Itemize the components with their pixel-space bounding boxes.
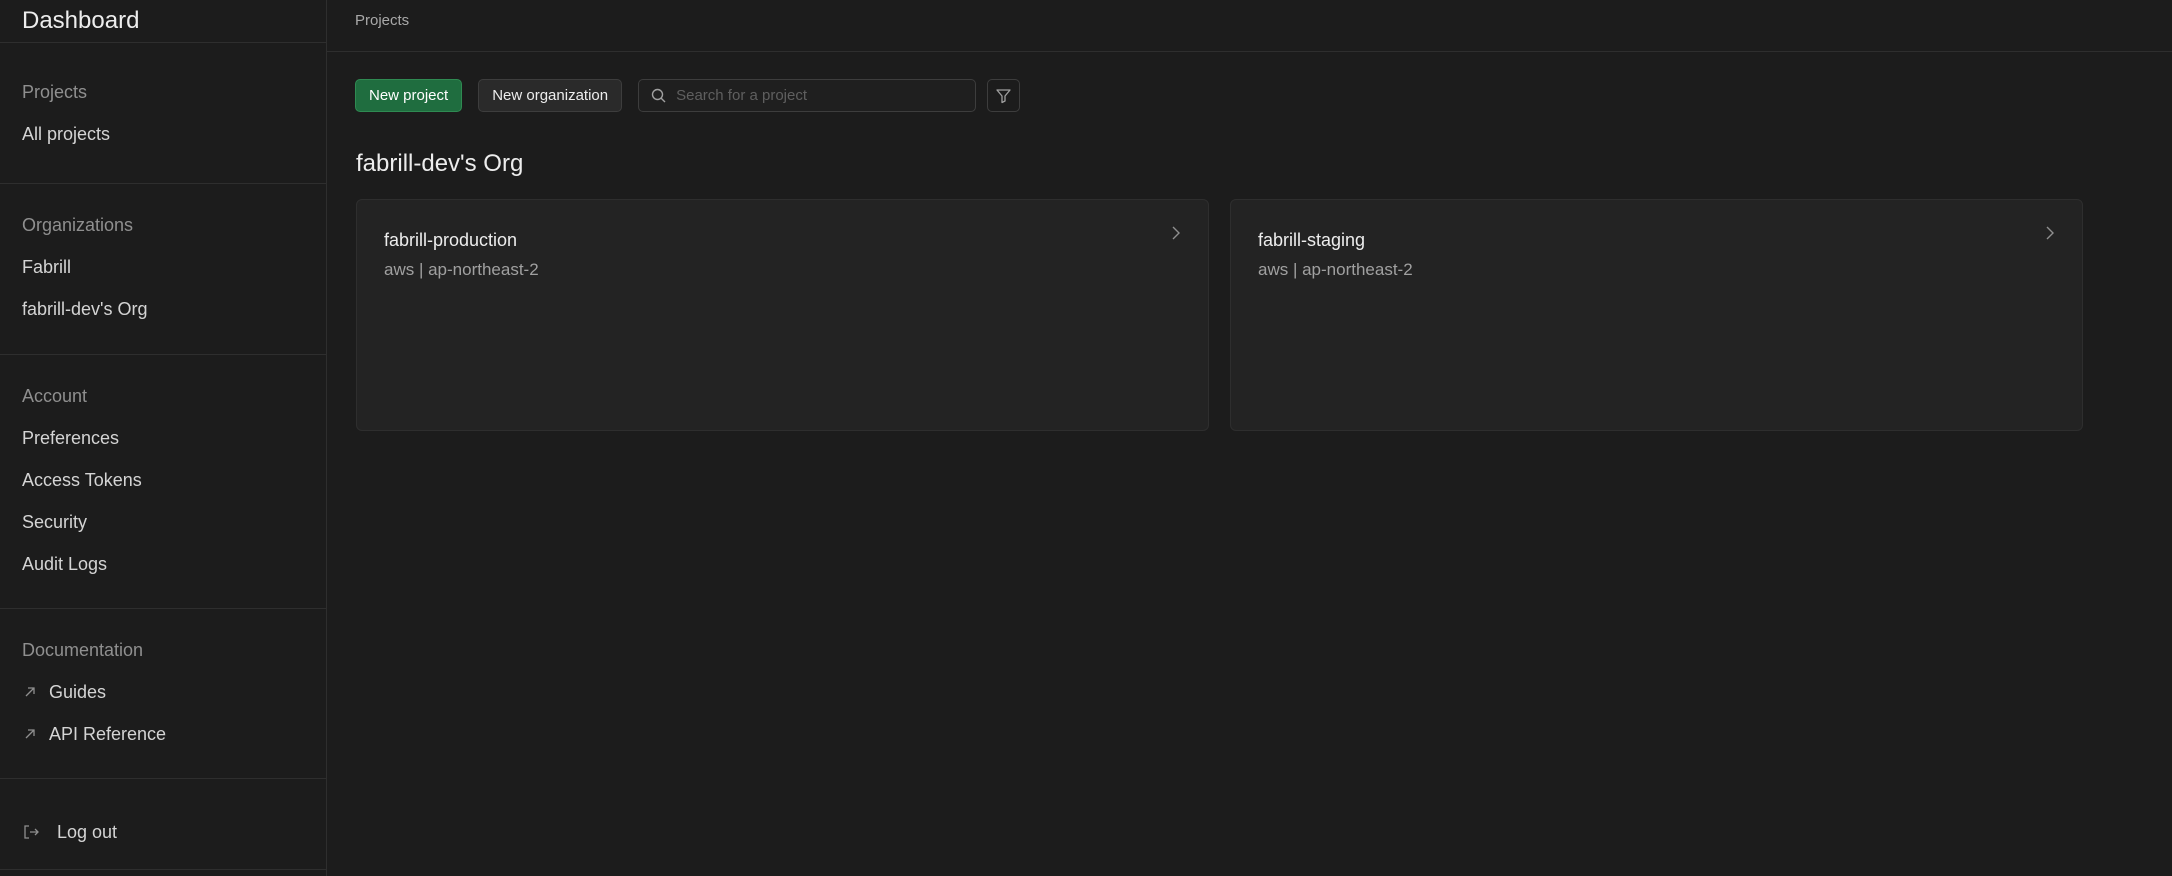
logout-icon [24, 825, 39, 839]
sidebar-item-guides-label: Guides [49, 682, 107, 702]
project-cards: fabrill-production aws | ap-northeast-2 … [356, 199, 2083, 431]
logout-button[interactable]: Log out [22, 811, 326, 853]
project-region: aws | ap-northeast-2 [1258, 260, 1413, 279]
sidebar-item-fabrill[interactable]: Fabrill [22, 246, 326, 288]
new-project-button[interactable]: New project [355, 79, 463, 112]
search-input[interactable] [676, 87, 967, 104]
chevron-right-icon [2046, 226, 2054, 240]
external-link-icon [25, 729, 35, 739]
sidebar-heading-account: Account [22, 386, 88, 406]
chevron-right-icon [1172, 226, 1180, 240]
sidebar: Dashboard Projects All projects Organiza… [0, 0, 327, 876]
sidebar-heading-documentation: Documentation [22, 640, 144, 660]
external-link-icon [25, 687, 35, 697]
sidebar-item-access-tokens[interactable]: Access Tokens [22, 459, 326, 501]
sidebar-item-all-projects[interactable]: All projects [22, 113, 326, 155]
sidebar-item-preferences[interactable]: Preferences [22, 417, 326, 459]
search-icon [651, 88, 666, 103]
sidebar-heading-projects: Projects [22, 82, 88, 102]
project-card-fabrill-production[interactable]: fabrill-production aws | ap-northeast-2 [356, 199, 1209, 431]
search-box[interactable] [638, 79, 977, 112]
toolbar: New project New organization [355, 79, 1021, 112]
project-region: aws | ap-northeast-2 [384, 260, 539, 279]
sidebar-item-audit-logs[interactable]: Audit Logs [22, 543, 326, 585]
breadcrumb[interactable]: Projects [355, 12, 409, 29]
sidebar-item-api-reference-label: API Reference [49, 724, 167, 744]
sidebar-item-api-reference[interactable]: API Reference [22, 713, 326, 755]
project-card-fabrill-staging[interactable]: fabrill-staging aws | ap-northeast-2 [1230, 199, 2083, 431]
sidebar-section-projects: Projects All projects [0, 42, 326, 183]
top-bar: Projects [327, 0, 2172, 52]
sidebar-section-account: Account Preferences Access Tokens Securi… [0, 354, 326, 608]
logout-label: Log out [57, 822, 118, 842]
main-content: Projects New project New organization fa… [327, 0, 2172, 876]
sidebar-item-security[interactable]: Security [22, 501, 326, 543]
sidebar-item-guides[interactable]: Guides [22, 671, 326, 713]
filter-button[interactable] [987, 79, 1021, 112]
sidebar-heading-organizations: Organizations [22, 215, 134, 235]
org-title: fabrill-dev's Org [356, 150, 524, 177]
sidebar-section-organizations: Organizations Fabrill fabrill-dev's Org [0, 183, 326, 354]
project-name: fabrill-staging [1258, 230, 1366, 250]
app: Dashboard Projects All projects Organiza… [0, 0, 2172, 876]
project-name: fabrill-production [384, 230, 518, 250]
filter-icon [996, 89, 1011, 104]
sidebar-item-fabrill-dev-org[interactable]: fabrill-dev's Org [22, 288, 326, 330]
new-organization-button[interactable]: New organization [478, 79, 623, 112]
sidebar-section-documentation: Documentation Guides API Reference [0, 608, 326, 778]
brand-title[interactable]: Dashboard [0, 0, 326, 42]
sidebar-section-logout: Log out [0, 778, 326, 870]
